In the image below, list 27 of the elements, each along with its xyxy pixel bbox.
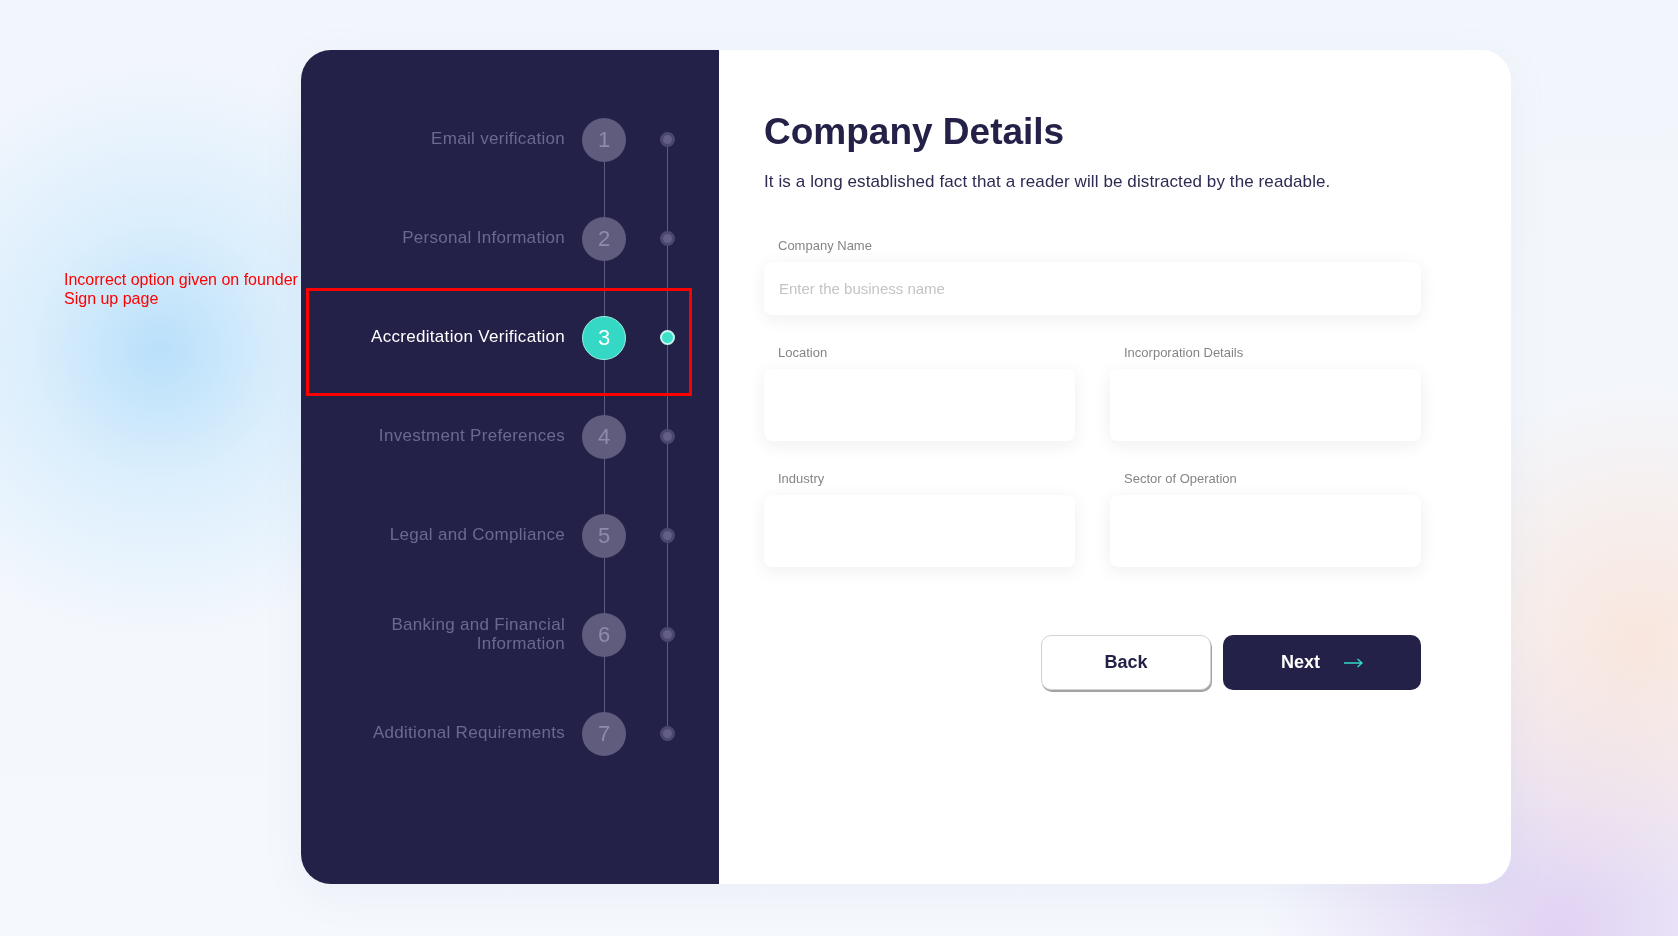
step-dot-icon (660, 132, 675, 147)
step-dot-icon (660, 429, 675, 444)
page-title: Company Details (764, 110, 1066, 154)
step-label: Accreditation Verification (371, 328, 565, 347)
next-button[interactable]: Next (1223, 635, 1421, 690)
step-dot-icon (660, 528, 675, 543)
arrow-right-icon (1344, 657, 1363, 668)
step-label: Additional Requirements (372, 724, 565, 743)
step-dot-icon (660, 330, 675, 345)
step-dot-icon (660, 726, 675, 741)
field-label: Sector of Operation (1123, 471, 1237, 487)
field-label: Incorporation Details (1123, 345, 1244, 361)
step-label: Email verification (431, 130, 565, 149)
input-field[interactable]: Enter the business name (764, 262, 1421, 315)
back-button[interactable]: Back (1041, 635, 1211, 690)
field-label: Company Name (777, 238, 872, 254)
page-description: It is a long established fact that a reader will be distracted by the readable. (764, 171, 1332, 193)
field-label: Location (777, 345, 828, 361)
step-label: Legal and Compliance (389, 526, 565, 545)
step-dot-icon (660, 231, 675, 246)
annotation-note: Incorrect option given on founder Sign up page (64, 270, 299, 308)
step-label: Banking and Financial Information (390, 615, 565, 654)
field-label: Industry (777, 471, 825, 487)
step-label: Investment Preferences (378, 427, 565, 446)
step-dot-icon (660, 627, 675, 642)
step-label: Personal Information (402, 229, 565, 248)
step-number: 3 (582, 315, 626, 360)
